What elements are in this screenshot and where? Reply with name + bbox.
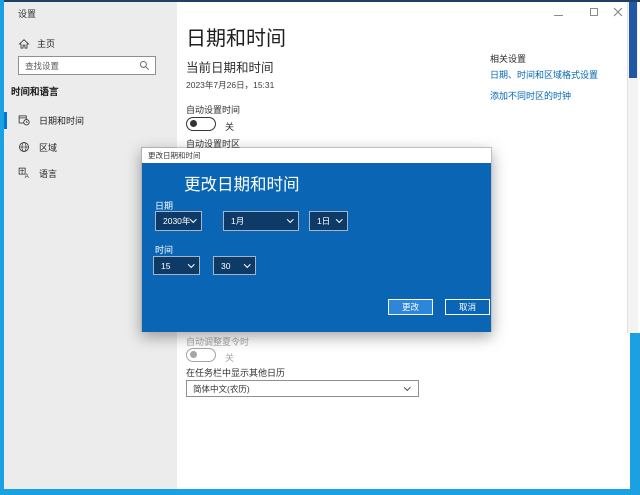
year-dropdown[interactable]: 2030年 xyxy=(155,211,202,231)
minute-dropdown[interactable]: 30 xyxy=(213,256,256,275)
dialog-body: 更改日期和时间 日期 2030年 1月 1日 时间 15 30 更改 取消 xyxy=(142,163,491,332)
related-settings-heading: 相关设置 xyxy=(490,54,527,64)
highlight-frame-left xyxy=(0,0,4,495)
sidebar-item-home[interactable]: 主页 xyxy=(18,37,55,50)
date-time-icon xyxy=(18,115,30,126)
calendar-label: 在任务栏中显示其他日历 xyxy=(186,368,286,378)
close-icon xyxy=(613,7,623,17)
year-value: 2030年 xyxy=(163,216,191,226)
highlight-frame-top xyxy=(0,0,640,2)
change-button[interactable]: 更改 xyxy=(388,299,433,315)
calendar-select-value: 简体中文(农历) xyxy=(193,383,250,394)
close-button[interactable] xyxy=(611,6,625,18)
chevron-down-icon xyxy=(187,260,194,268)
related-link-clocks[interactable]: 添加不同时区的时钟 xyxy=(490,89,571,102)
selected-item-accent xyxy=(4,112,7,129)
current-datetime-value: 2023年7月26日，15:31 xyxy=(186,80,275,90)
calendar-select[interactable]: 简体中文(农历) xyxy=(186,380,419,397)
highlight-frame-bottom xyxy=(0,489,640,495)
sidebar-item-label: 区域 xyxy=(39,142,58,153)
home-icon xyxy=(18,38,30,49)
current-datetime-heading: 当前日期和时间 xyxy=(186,61,274,75)
change-datetime-dialog: 更改日期和时间 更改日期和时间 日期 2030年 1月 1日 时间 15 30 … xyxy=(141,147,492,332)
sidebar-item-date-time[interactable]: 日期和时间 xyxy=(18,110,84,130)
sidebar-home-label: 主页 xyxy=(37,39,56,49)
dialog-heading: 更改日期和时间 xyxy=(184,176,300,194)
toggle-knob xyxy=(190,351,197,359)
auto-time-toggle[interactable] xyxy=(186,117,216,131)
day-dropdown[interactable]: 1日 xyxy=(309,211,348,231)
minimize-button[interactable] xyxy=(551,6,565,18)
highlight-frame-right xyxy=(630,333,640,495)
sidebar-item-label: 日期和时间 xyxy=(39,115,85,126)
chevron-down-icon xyxy=(286,216,293,223)
day-value: 1日 xyxy=(317,216,331,226)
search-input[interactable] xyxy=(19,60,139,71)
scrollbar-thumb[interactable] xyxy=(629,2,637,78)
sidebar-item-region[interactable]: 区域 xyxy=(18,137,57,157)
search-icon xyxy=(139,60,150,71)
chevron-down-icon xyxy=(403,383,410,391)
month-value: 1月 xyxy=(231,216,245,226)
related-link-formats[interactable]: 日期、时间和区域格式设置 xyxy=(490,68,598,81)
maximize-icon xyxy=(590,8,598,16)
auto-time-label: 自动设置时间 xyxy=(186,105,241,115)
dialog-titlebar-text: 更改日期和时间 xyxy=(148,151,201,160)
minimize-icon xyxy=(553,14,563,16)
toggle-knob xyxy=(190,120,197,128)
sidebar-item-language[interactable]: A 语言 xyxy=(18,163,57,183)
hour-dropdown[interactable]: 15 xyxy=(153,256,200,275)
cancel-button[interactable]: 取消 xyxy=(445,299,490,315)
dialog-titlebar[interactable]: 更改日期和时间 xyxy=(142,148,491,163)
hour-value: 15 xyxy=(161,260,171,271)
window-title: 设置 xyxy=(18,9,37,19)
svg-text:A: A xyxy=(25,174,29,179)
time-label: 时间 xyxy=(155,245,174,255)
chevron-down-icon xyxy=(243,260,250,268)
dst-label: 自动调整夏令时 xyxy=(186,337,250,347)
maximize-button[interactable] xyxy=(587,6,601,18)
chevron-down-icon xyxy=(189,216,196,223)
auto-time-state: 关 xyxy=(225,122,235,132)
sidebar-section-title: 时间和语言 xyxy=(11,87,59,98)
language-icon: A xyxy=(18,167,29,179)
settings-window: 设置 主页 时间和语言 xyxy=(0,0,640,495)
minute-value: 30 xyxy=(221,260,231,271)
month-dropdown[interactable]: 1月 xyxy=(223,211,299,231)
dst-state: 关 xyxy=(225,353,235,363)
dst-toggle[interactable] xyxy=(186,348,216,362)
settings-search[interactable] xyxy=(18,56,156,75)
page-title: 日期和时间 xyxy=(186,28,286,50)
sidebar-item-label: 语言 xyxy=(39,168,58,179)
chevron-down-icon xyxy=(335,216,342,223)
region-icon xyxy=(19,142,29,152)
